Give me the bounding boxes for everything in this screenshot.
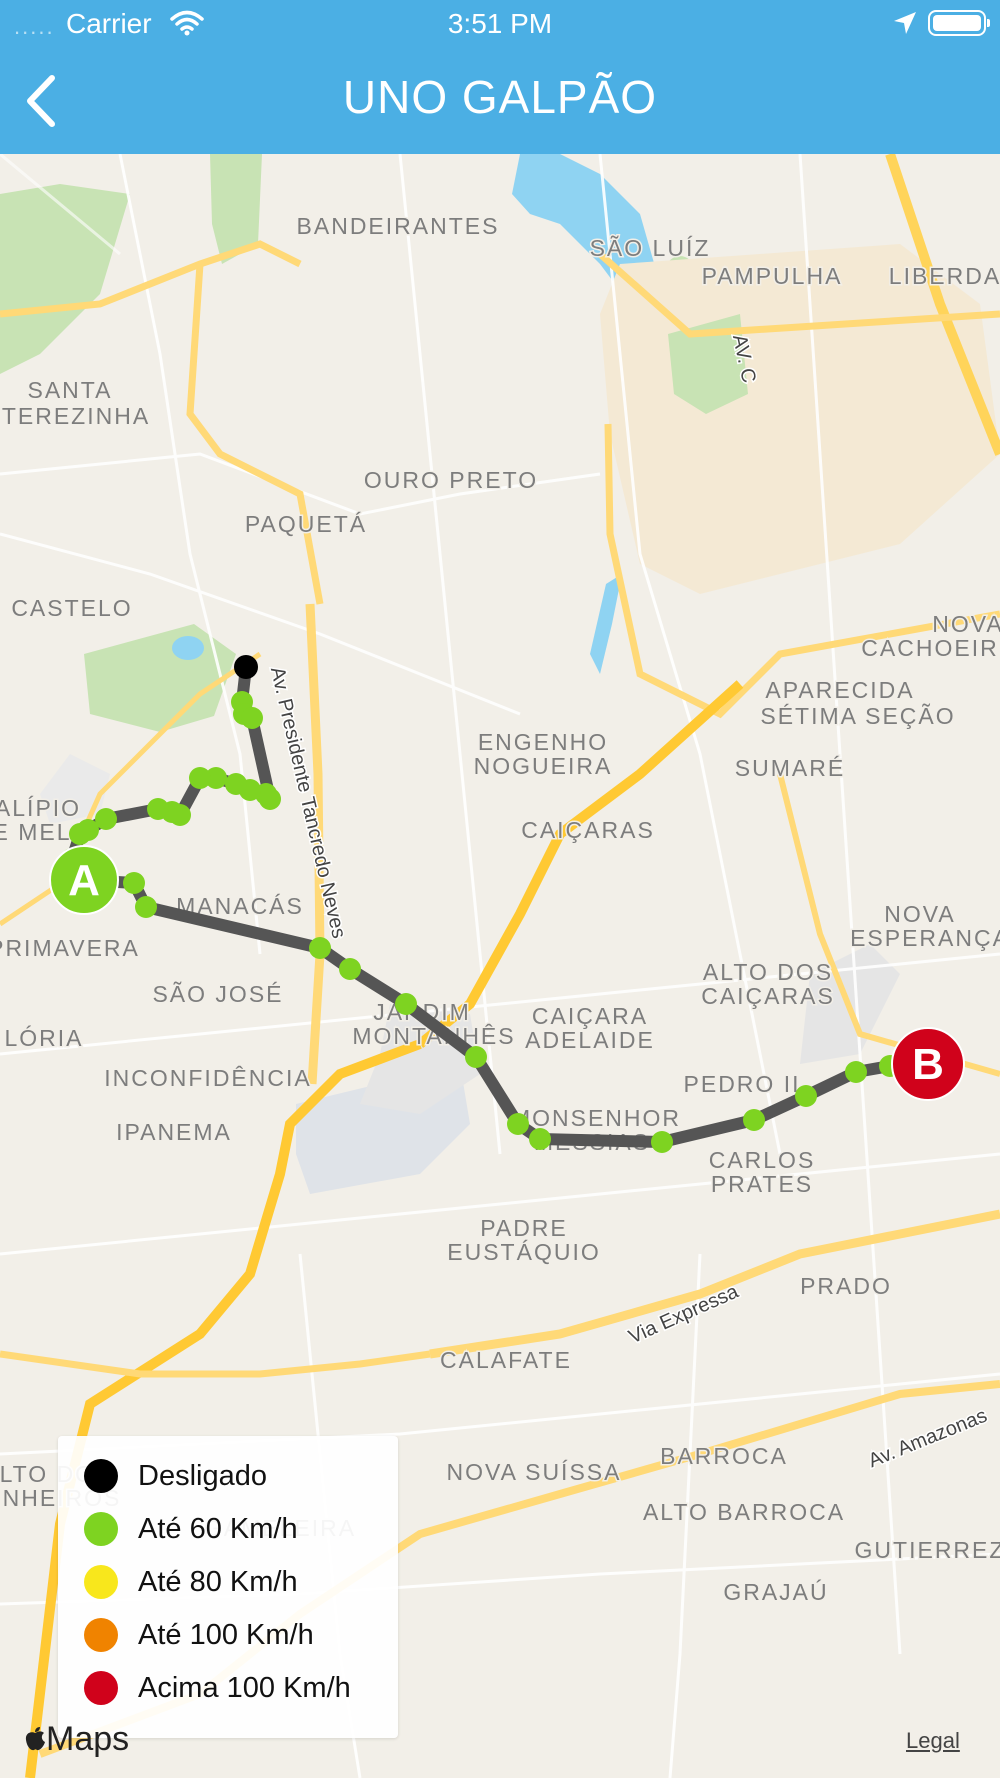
apple-maps-logo: Maps [24, 1720, 129, 1759]
end-marker-b[interactable]: B [891, 1027, 965, 1101]
map-label: PAQUETÁ [245, 511, 367, 537]
map-label: ADELAIDE [525, 1027, 655, 1053]
map-label: ENGENHO [478, 729, 608, 755]
map-label: APARECIDA [765, 677, 914, 703]
map-label: INCONFIDÊNCIA [104, 1065, 311, 1091]
route-point[interactable] [395, 993, 417, 1015]
route-point[interactable] [651, 1131, 673, 1153]
route-point[interactable] [69, 823, 91, 845]
apple-logo-icon [25, 1727, 45, 1751]
map-view[interactable]: BANDEIRANTES SÃO LUÍZ PAMPULHA LIBERDA SANTA… [0, 154, 1000, 1778]
map-label: ALTO BARROCA [643, 1499, 845, 1525]
map-label: GRAJAÚ [723, 1579, 828, 1605]
map-label: LÓRIA [4, 1025, 83, 1051]
map-label: ESPERANÇA [850, 925, 1000, 951]
legend-dot-60 [84, 1512, 118, 1546]
status-bar: ..... Carrier 3:51 PM [0, 0, 1000, 46]
speed-legend: Desligado Até 60 Km/h Até 80 Km/h Até 10… [58, 1436, 398, 1738]
map-label: BANDEIRANTES [297, 213, 500, 239]
map-label: PRIMAVERA [0, 935, 140, 961]
legal-link[interactable]: Legal [906, 1728, 960, 1754]
legend-label-100: Até 100 Km/h [138, 1618, 314, 1651]
map-label: ALÍPIO [0, 795, 81, 821]
route-point[interactable] [845, 1061, 867, 1083]
map-label: PEDRO II [684, 1071, 801, 1097]
route-point[interactable] [309, 937, 331, 959]
map-label: CAIÇARA [532, 1003, 648, 1029]
battery-icon [928, 10, 990, 36]
map-label: ALTO DOS [703, 959, 833, 985]
map-label: BARROCA [660, 1443, 788, 1469]
route-point[interactable] [339, 958, 361, 980]
map-label: SÃO LUÍZ [590, 235, 711, 261]
map-label: LIBERDA [889, 263, 1000, 289]
legend-item-60: Até 60 Km/h [84, 1509, 298, 1549]
marker-letter: A [68, 856, 100, 905]
route-point[interactable] [743, 1109, 765, 1131]
legend-label-above-100: Acima 100 Km/h [138, 1671, 351, 1704]
legend-item-above-100: Acima 100 Km/h [84, 1668, 351, 1708]
map-label: SANTA [28, 377, 113, 403]
legend-label-off: Desligado [138, 1459, 267, 1492]
map-label: CAIÇARAS [701, 983, 835, 1009]
map-label: SÃO JOSÉ [152, 981, 283, 1007]
map-label: CAIÇARAS [521, 817, 655, 843]
route-point[interactable] [225, 773, 247, 795]
route-point[interactable] [465, 1046, 487, 1068]
route-point[interactable] [529, 1128, 551, 1150]
map-label: PRADO [800, 1273, 892, 1299]
map-label: PRATES [711, 1171, 813, 1197]
map-label: IPANEMA [116, 1119, 232, 1145]
map-label: PAMPULHA [702, 263, 843, 289]
legend-dot-off [84, 1459, 118, 1493]
map-label: TEREZINHA [2, 403, 150, 429]
route-point[interactable] [795, 1085, 817, 1107]
route-point[interactable] [241, 707, 263, 729]
map-label: NOGUEIRA [474, 753, 613, 779]
legend-item-off: Desligado [84, 1456, 267, 1496]
legend-item-100: Até 100 Km/h [84, 1615, 314, 1655]
map-label: NOVA SUÍSSA [447, 1459, 622, 1485]
route-point[interactable] [135, 896, 157, 918]
map-label: NOVA [932, 611, 1000, 637]
map-label: OURO PRETO [364, 467, 538, 493]
start-marker-a[interactable]: A [49, 845, 119, 915]
location-arrow-icon [892, 10, 918, 41]
map-label: EUSTÁQUIO [447, 1239, 600, 1265]
legend-dot-100 [84, 1618, 118, 1652]
navigation-bar: UNO GALPÃO [0, 46, 1000, 154]
maps-logo-text: Maps [46, 1720, 130, 1758]
route-point[interactable] [147, 798, 169, 820]
map-label: CALAFATE [440, 1347, 572, 1373]
legend-item-80: Até 80 Km/h [84, 1562, 298, 1602]
marker-letter: B [912, 1040, 944, 1089]
route-point[interactable] [507, 1113, 529, 1135]
map-label: SÉTIMA SEÇÃO [760, 703, 955, 729]
map-label: CASTELO [11, 595, 132, 621]
legend-label-80: Até 80 Km/h [138, 1565, 298, 1598]
map-label: NOVA [884, 901, 955, 927]
map-label: GUTIERREZ [855, 1537, 1000, 1563]
status-time: 3:51 PM [447, 8, 553, 39]
route-point-off[interactable] [234, 655, 258, 679]
legend-dot-80 [84, 1565, 118, 1599]
map-label: PADRE [480, 1215, 568, 1241]
map-label: MONSENHOR [511, 1105, 681, 1131]
map-label: CACHOEIR [861, 635, 998, 661]
route-point[interactable] [189, 767, 211, 789]
legend-label-60: Até 60 Km/h [138, 1512, 298, 1545]
legend-dot-above-100 [84, 1671, 118, 1705]
route-point[interactable] [123, 872, 145, 894]
map-label: CARLOS [709, 1147, 816, 1173]
page-title: UNO GALPÃO [342, 71, 658, 123]
map-label: SUMARÉ [735, 755, 845, 781]
